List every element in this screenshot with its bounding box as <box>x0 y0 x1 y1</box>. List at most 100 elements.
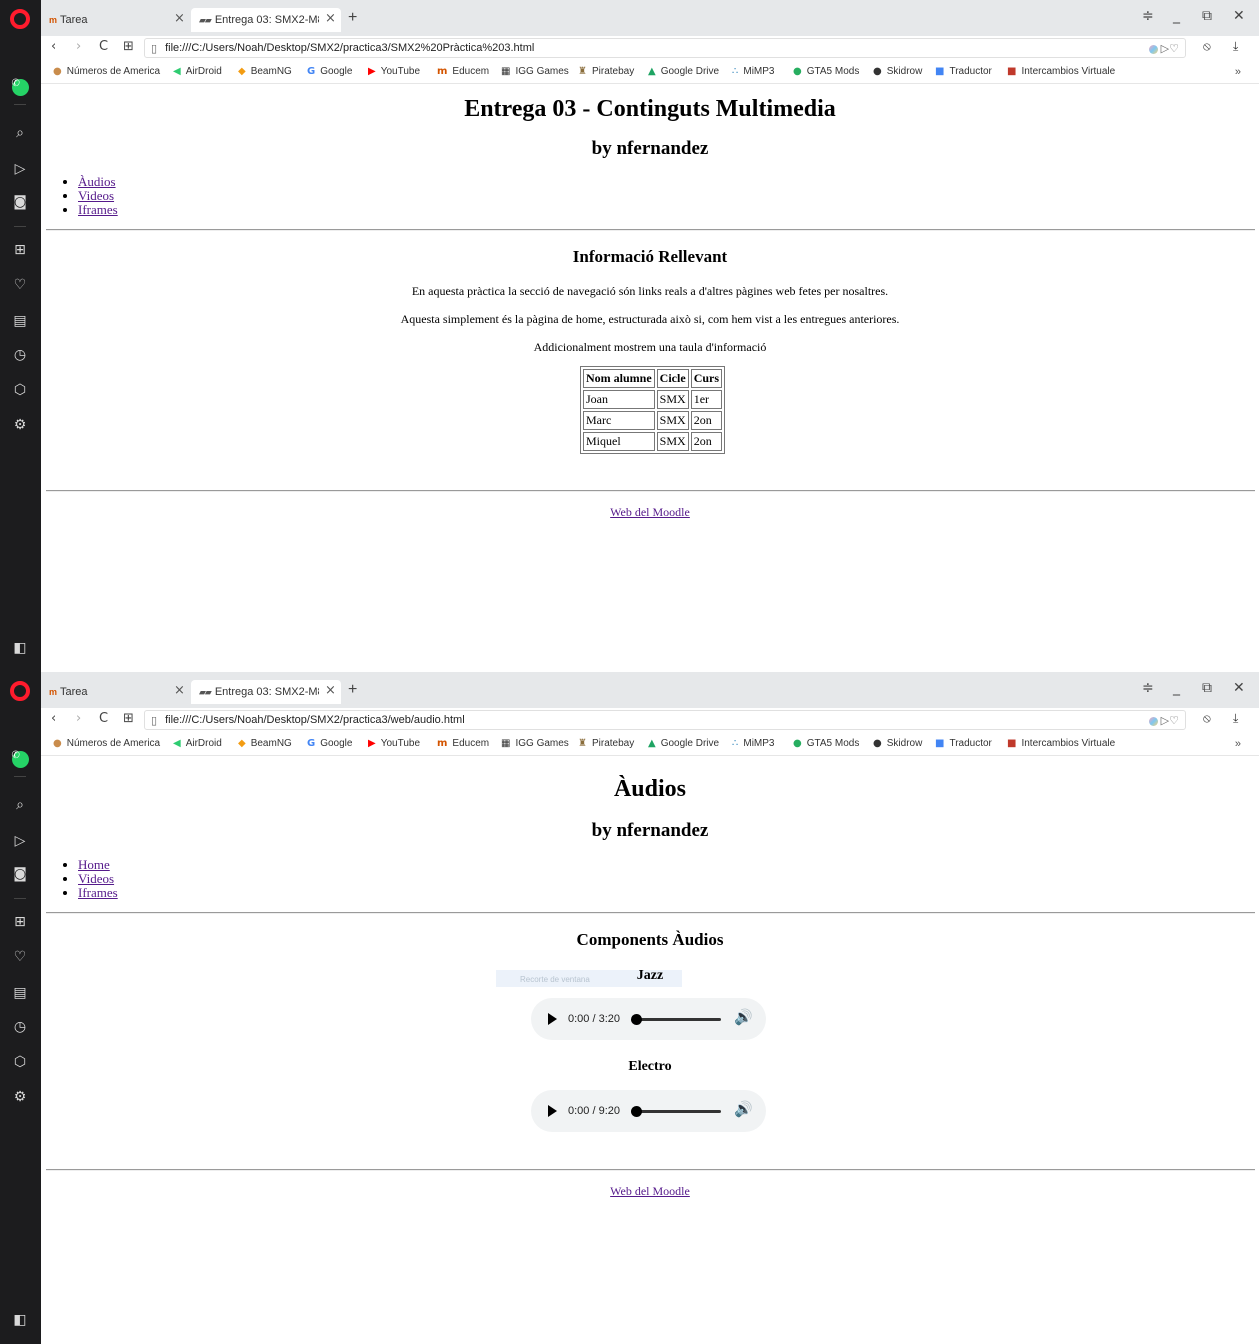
speed-dial-icon[interactable]: ⊞ <box>8 910 32 934</box>
reload-button[interactable]: C <box>99 712 108 725</box>
snapshot-camera-icon[interactable]: ◙ <box>8 862 32 886</box>
sidebar-toggle-icon[interactable]: ◧ <box>8 1308 32 1332</box>
nav-link-videos[interactable]: Videos <box>78 188 114 203</box>
moodle-link[interactable]: Web del Moodle <box>610 1184 690 1198</box>
back-button[interactable]: ‹ <box>51 40 56 53</box>
forward-button[interactable]: › <box>76 712 81 725</box>
bookmark-google-drive[interactable]: ▲ Google Drive <box>648 66 719 77</box>
bookmark-intercambios[interactable]: ■ Intercambios Virtuale <box>1007 738 1115 749</box>
bookmarks-heart-icon[interactable]: ♡ <box>8 273 32 297</box>
reload-button[interactable]: C <box>99 40 108 53</box>
seek-bar[interactable] <box>635 1110 721 1113</box>
bookmark-numeros[interactable]: ● Números de America <box>53 66 160 77</box>
speed-dial-icon[interactable]: ⊞ <box>8 238 32 262</box>
bookmark-traductor[interactable]: ■ Traductor <box>935 66 992 77</box>
vpn-icon[interactable] <box>1148 44 1158 54</box>
download-icon[interactable]: ⤓ <box>1233 40 1238 52</box>
volume-icon[interactable]: 🔊 <box>734 1010 753 1025</box>
page-info-icon[interactable]: ▯ <box>151 42 157 55</box>
search-icon[interactable]: ⌕ <box>8 793 32 817</box>
history-clock-icon[interactable]: ◷ <box>8 343 32 367</box>
restore-button[interactable]: ⧉ <box>1202 9 1212 23</box>
tab-tarea[interactable]: m Tarea <box>41 8 191 32</box>
settings-gear-icon[interactable]: ⚙ <box>8 413 32 437</box>
bookmark-beamng[interactable]: ◆ BeamNG <box>238 738 292 749</box>
bookmark-educem[interactable]: m Educem <box>437 66 489 77</box>
bookmark-youtube[interactable]: ▶ YouTube <box>368 66 420 77</box>
seek-knob[interactable] <box>631 1106 642 1117</box>
tab-close-icon[interactable]: × <box>174 12 185 25</box>
page-info-icon[interactable]: ▯ <box>151 714 157 727</box>
bookmark-numeros[interactable]: ● Números de America <box>53 738 160 749</box>
tab-close-icon[interactable]: × <box>174 684 185 697</box>
snapshot-camera-icon[interactable]: ◙ <box>8 190 32 214</box>
play-icon[interactable] <box>548 1105 557 1117</box>
news-icon[interactable]: ▤ <box>8 981 32 1005</box>
bookmark-igg-games[interactable]: ▦ IGG Games <box>501 738 569 749</box>
bookmark-gta5-mods[interactable]: ● GTA5 Mods <box>793 738 859 749</box>
tab-tarea[interactable]: m Tarea <box>41 680 191 704</box>
bookmark-airdroid[interactable]: ◀ AirDroid <box>173 738 222 749</box>
extensions-cube-icon[interactable]: ⬡ <box>8 1050 32 1074</box>
url-field[interactable]: ▯ file:///C:/Users/Noah/Desktop/SMX2/pra… <box>144 38 1186 58</box>
flow-send-icon[interactable]: ▷ <box>8 157 32 181</box>
bookmark-mimp3[interactable]: ∴ MiMP3 <box>732 738 775 749</box>
forward-button[interactable]: › <box>76 40 81 53</box>
close-window-button[interactable]: ✕ <box>1233 681 1245 695</box>
seek-bar[interactable] <box>635 1018 721 1021</box>
bookmark-traductor[interactable]: ■ Traductor <box>935 738 992 749</box>
bookmark-mimp3[interactable]: ∴ MiMP3 <box>732 66 775 77</box>
back-button[interactable]: ‹ <box>51 712 56 725</box>
opera-logo-icon[interactable] <box>8 679 32 703</box>
opera-logo-icon[interactable] <box>8 7 32 31</box>
moodle-link[interactable]: Web del Moodle <box>610 505 690 519</box>
tab-close-icon[interactable]: × <box>325 684 336 697</box>
seek-knob[interactable] <box>631 1014 642 1025</box>
flow-send-icon[interactable]: ▷ <box>8 829 32 853</box>
speed-dial-icon[interactable]: ⊞ <box>123 40 134 53</box>
minimize-button[interactable]: _ <box>1173 9 1180 23</box>
play-icon[interactable] <box>548 1013 557 1025</box>
bookmark-educem[interactable]: m Educem <box>437 738 489 749</box>
download-icon[interactable]: ⤓ <box>1233 712 1238 724</box>
bookmark-airdroid[interactable]: ◀ AirDroid <box>173 66 222 77</box>
bookmark-beamng[interactable]: ◆ BeamNG <box>238 66 292 77</box>
speed-dial-icon[interactable]: ⊞ <box>123 712 134 725</box>
new-tab-button[interactable]: + <box>348 10 357 26</box>
bookmark-intercambios[interactable]: ■ Intercambios Virtuale <box>1007 66 1115 77</box>
restore-button[interactable]: ⧉ <box>1202 681 1212 695</box>
bookmarks-heart-icon[interactable]: ♡ <box>8 945 32 969</box>
tab-entrega-03[interactable]: ▰▰ Entrega 03: SMX2-M8-UF5 <box>191 680 341 704</box>
whatsapp-icon[interactable]: ✆ <box>8 75 32 99</box>
close-window-button[interactable]: ✕ <box>1233 9 1245 23</box>
settings-gear-icon[interactable]: ⚙ <box>8 1085 32 1109</box>
nav-link-videos[interactable]: Videos <box>78 871 114 886</box>
url-field[interactable]: ▯ file:///C:/Users/Noah/Desktop/SMX2/pra… <box>144 710 1186 730</box>
bookmark-google-drive[interactable]: ▲ Google Drive <box>648 738 719 749</box>
bookmark-gta5-mods[interactable]: ● GTA5 Mods <box>793 66 859 77</box>
tab-entrega-03[interactable]: ▰▰ Entrega 03: SMX2-M8-UF5 <box>191 8 341 32</box>
minimize-button[interactable]: _ <box>1173 681 1180 695</box>
volume-icon[interactable]: 🔊 <box>734 1102 753 1117</box>
easy-setup-icon[interactable]: ≑ <box>1142 681 1154 695</box>
bookmark-youtube[interactable]: ▶ YouTube <box>368 738 420 749</box>
audio-player-electro[interactable]: 0:00 / 9:20 🔊 <box>531 1090 766 1132</box>
bookmark-igg-games[interactable]: ▦ IGG Games <box>501 66 569 77</box>
new-tab-button[interactable]: + <box>348 682 357 698</box>
bookmark-piratebay[interactable]: ♜ Piratebay <box>578 738 634 749</box>
search-icon[interactable]: ⌕ <box>8 121 32 145</box>
audio-player-jazz[interactable]: 0:00 / 3:20 🔊 <box>531 998 766 1040</box>
extensions-cube-icon[interactable]: ⬡ <box>8 378 32 402</box>
bookmarks-more-button[interactable]: » <box>1235 738 1241 750</box>
bookmark-skidrow[interactable]: ● Skidrow <box>873 738 922 749</box>
sidebar-toggle-icon[interactable]: ◧ <box>8 636 32 660</box>
bookmark-piratebay[interactable]: ♜ Piratebay <box>578 66 634 77</box>
nav-link-home[interactable]: Home <box>78 857 110 872</box>
bookmark-google[interactable]: G Google <box>307 738 352 749</box>
vpn-icon[interactable] <box>1148 716 1158 726</box>
nav-link-iframes[interactable]: Iframes <box>78 202 118 217</box>
tab-close-icon[interactable]: × <box>325 12 336 25</box>
news-icon[interactable]: ▤ <box>8 309 32 333</box>
nav-link-audios[interactable]: Àudios <box>78 174 116 189</box>
bookmarks-more-button[interactable]: » <box>1235 66 1241 78</box>
